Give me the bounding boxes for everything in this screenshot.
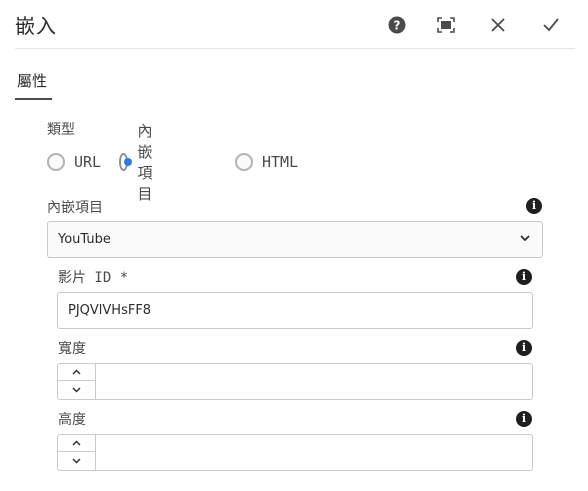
cancel-button[interactable] <box>485 12 511 38</box>
dialog-title: 嵌入 <box>15 14 57 38</box>
height-stepper <box>58 435 96 470</box>
help-button[interactable]: ? <box>384 12 410 38</box>
info-icon[interactable]: i <box>516 340 532 356</box>
radio-embeddable[interactable]: 內嵌項目 <box>119 122 161 203</box>
video-id-value: PJQVlVHsFF8 <box>68 303 152 318</box>
radio-embeddable-label: 內嵌項目 <box>137 122 153 203</box>
embeddable-select[interactable]: YouTube <box>47 221 543 258</box>
info-icon[interactable]: i <box>516 411 532 427</box>
done-button[interactable] <box>538 12 564 38</box>
height-field[interactable] <box>57 434 533 471</box>
info-icon[interactable]: i <box>526 198 542 214</box>
radio-html[interactable]: HTML <box>235 151 298 173</box>
embed-dialog: 嵌入 ? 屬性 類型 URL 內嵌項目 HTML 內嵌項目 i YouTube … <box>0 0 588 491</box>
height-increment-button[interactable] <box>58 435 95 452</box>
chevron-down-icon <box>72 458 81 463</box>
embeddable-label: 內嵌項目 <box>47 200 103 216</box>
svg-text:?: ? <box>394 19 401 33</box>
tab-selected-indicator <box>15 98 52 100</box>
chevron-down-icon <box>72 387 81 392</box>
width-decrement-button[interactable] <box>58 381 95 398</box>
width-stepper <box>58 364 96 399</box>
tab-properties[interactable]: 屬性 <box>17 70 47 91</box>
width-increment-button[interactable] <box>58 364 95 381</box>
radio-url-label: URL <box>74 153 102 171</box>
checkmark-icon <box>543 18 559 32</box>
width-field[interactable] <box>57 363 533 400</box>
close-icon <box>491 18 505 32</box>
radio-url-circle[interactable] <box>47 153 65 171</box>
width-label: 寬度 <box>58 341 86 357</box>
type-label: 類型 <box>47 122 75 138</box>
radio-html-label: HTML <box>262 153 299 171</box>
chevron-up-icon <box>72 369 81 375</box>
radio-embeddable-circle[interactable] <box>119 153 133 171</box>
chevron-down-icon <box>520 235 530 242</box>
fullscreen-icon <box>437 17 455 33</box>
video-id-input[interactable]: PJQVlVHsFF8 <box>57 292 533 329</box>
radio-html-circle[interactable] <box>235 153 253 171</box>
height-decrement-button[interactable] <box>58 452 95 469</box>
dialog-header: 嵌入 ? <box>0 0 588 50</box>
info-icon[interactable]: i <box>516 269 532 285</box>
chevron-up-icon <box>72 440 81 446</box>
height-label: 高度 <box>58 412 86 428</box>
header-divider <box>15 48 575 49</box>
help-icon: ? <box>388 16 406 34</box>
embeddable-select-value: YouTube <box>58 232 111 247</box>
video-id-label: 影片 ID * <box>58 270 129 286</box>
fullscreen-button[interactable] <box>433 12 459 38</box>
radio-url[interactable]: URL <box>47 151 101 173</box>
